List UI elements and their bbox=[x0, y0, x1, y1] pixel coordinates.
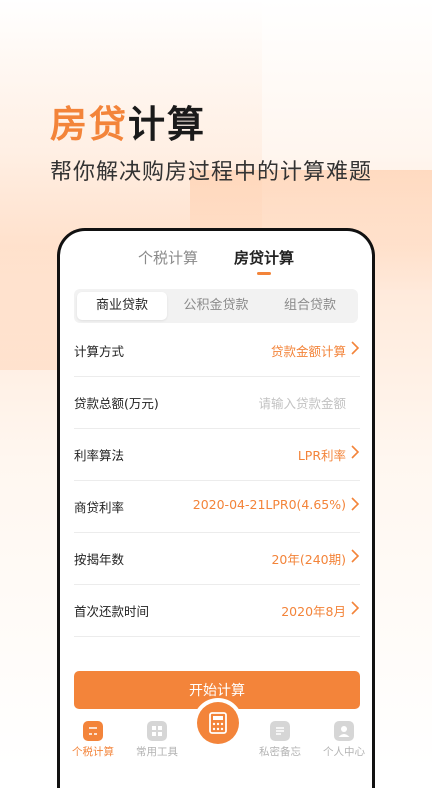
note-icon bbox=[270, 721, 290, 741]
row-value: 20年(240期) bbox=[271, 552, 346, 567]
chevron-right-icon bbox=[351, 445, 360, 459]
tabbar-label: 常用工具 bbox=[136, 746, 178, 758]
row-commercial-rate[interactable]: 商贷利率 2020-04-21LPR0(4.65%) bbox=[74, 481, 360, 533]
tabbar-item-tools[interactable]: 常用工具 bbox=[127, 721, 187, 759]
calculator-icon bbox=[83, 721, 103, 741]
loan-amount-input[interactable]: 请输入贷款金额 bbox=[258, 393, 346, 412]
row-loan-years[interactable]: 按揭年数 20年(240期) bbox=[74, 533, 360, 585]
center-calculator-button[interactable] bbox=[197, 702, 239, 744]
segment-provident-fund-loan[interactable]: 公积金贷款 bbox=[171, 292, 261, 320]
grid-icon bbox=[147, 721, 167, 741]
tabbar-label: 个税计算 bbox=[72, 746, 114, 758]
chevron-right-icon bbox=[351, 341, 360, 355]
segment-combined-loan[interactable]: 组合贷款 bbox=[265, 292, 355, 320]
chevron-right-icon bbox=[351, 497, 360, 511]
segment-commercial-loan[interactable]: 商业贷款 bbox=[77, 292, 167, 320]
tabbar-item-private-notes[interactable]: 私密备忘 bbox=[250, 721, 310, 759]
calculator-icon bbox=[209, 712, 227, 734]
top-tabs: 个税计算 房贷计算 bbox=[60, 247, 372, 281]
user-icon bbox=[334, 721, 354, 741]
row-label: 利率算法 bbox=[74, 448, 125, 463]
row-first-payment[interactable]: 首次还款时间 2020年8月 bbox=[74, 585, 360, 637]
row-label: 商贷利率 bbox=[74, 500, 125, 515]
tab-income-tax[interactable]: 个税计算 bbox=[138, 247, 198, 268]
tabbar-label: 个人中心 bbox=[323, 746, 365, 758]
row-value: 贷款金额计算 bbox=[270, 344, 346, 359]
chevron-right-icon bbox=[351, 549, 360, 563]
hero-title-rest: 计算 bbox=[128, 103, 206, 146]
phone-frame: 个税计算 房贷计算 商业贷款 公积金贷款 组合贷款 计算方式 贷款金额计算 贷款… bbox=[57, 228, 375, 788]
hero-title-accent: 房贷 bbox=[50, 103, 128, 146]
hero-subtitle: 帮你解决购房过程中的计算难题 bbox=[50, 160, 373, 185]
row-value: LPR利率 bbox=[297, 448, 346, 463]
tabbar-item-profile[interactable]: 个人中心 bbox=[314, 721, 372, 759]
tab-mortgage[interactable]: 房贷计算 bbox=[234, 247, 294, 268]
loan-type-segment: 商业贷款 公积金贷款 组合贷款 bbox=[74, 289, 358, 323]
tabbar-label: 私密备忘 bbox=[259, 746, 301, 758]
row-loan-amount: 贷款总额(万元) 请输入贷款金额 bbox=[74, 377, 360, 429]
row-value: 2020-04-21LPR0(4.65%) bbox=[192, 497, 346, 512]
chevron-right-icon bbox=[351, 601, 360, 615]
bottom-tabbar: 个税计算 常用工具 私密备忘 个人中心 bbox=[60, 702, 372, 777]
row-label: 首次还款时间 bbox=[74, 604, 150, 619]
row-label: 计算方式 bbox=[74, 344, 125, 359]
row-label: 贷款总额(万元) bbox=[74, 396, 159, 411]
hero-title: 房贷计算 bbox=[50, 94, 206, 148]
row-rate-method[interactable]: 利率算法 LPR利率 bbox=[74, 429, 360, 481]
row-calc-method[interactable]: 计算方式 贷款金额计算 bbox=[74, 325, 360, 377]
row-label: 按揭年数 bbox=[74, 552, 125, 567]
active-tab-indicator bbox=[257, 272, 271, 275]
tabbar-item-income-tax[interactable]: 个税计算 bbox=[63, 721, 123, 759]
row-value: 2020年8月 bbox=[281, 604, 346, 619]
